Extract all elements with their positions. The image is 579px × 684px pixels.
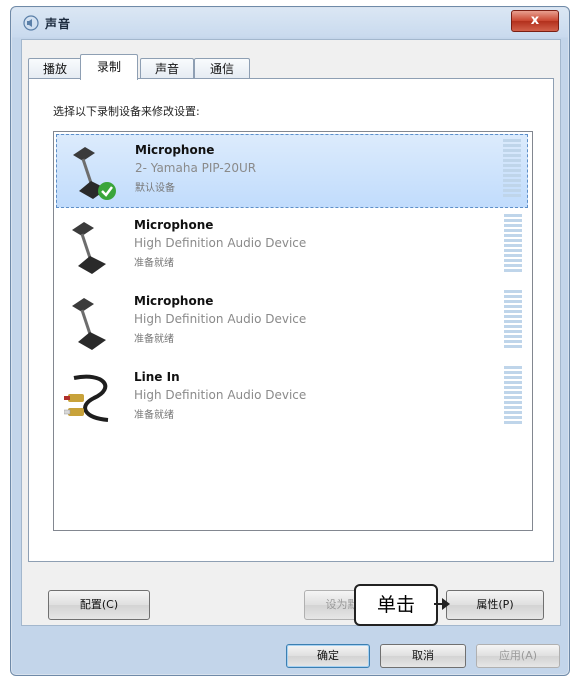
device-name: Line In [134,370,180,384]
tab-communications[interactable]: 通信 [194,58,250,79]
device-description: 2- Yamaha PIP-20UR [135,161,257,175]
configure-button[interactable]: 配置(C) [48,590,150,620]
device-status: 准备就绪 [134,410,174,421]
microphone-icon [73,147,116,200]
device-name: Microphone [134,294,214,308]
dialog-client-area: 播放 录制 声音 通信 选择以下录制设备来修改设置: Microphone 2- [21,39,561,626]
title-bar[interactable]: 声音 x [11,7,569,39]
device-status: 准备就绪 [134,334,174,345]
tab-sounds[interactable]: 声音 [140,58,194,79]
tab-playback[interactable]: 播放 [28,58,82,79]
ok-button[interactable]: 确定 [286,644,370,668]
device-item[interactable]: Line In High Definition Audio Device 准备就… [56,362,528,434]
recording-device-list[interactable]: Microphone 2- Yamaha PIP-20UR 默认设备 Micro… [53,131,533,531]
device-status: 准备就绪 [134,258,174,269]
properties-button[interactable]: 属性(P) [446,590,544,620]
device-item[interactable]: Microphone 2- Yamaha PIP-20UR 默认设备 [56,134,528,208]
level-meter [503,139,521,197]
device-name: Microphone [134,218,214,232]
arrow-right-icon [434,598,450,610]
close-button[interactable]: x [511,10,559,32]
device-item[interactable]: Microphone High Definition Audio Device … [56,210,528,282]
device-description: High Definition Audio Device [134,388,307,402]
microphone-icon [72,222,106,274]
apply-button[interactable]: 应用(A) [476,644,560,668]
device-item[interactable]: Microphone High Definition Audio Device … [56,286,528,358]
level-meter [504,366,522,424]
device-description: High Definition Audio Device [134,312,307,326]
sound-dialog-window: 声音 x 播放 录制 声音 通信 选择以下录制设备来修改设置: Micropho… [10,6,570,676]
default-check-icon [98,182,116,200]
recording-panel: 选择以下录制设备来修改设置: Microphone 2- Yamaha PIP-… [28,78,554,562]
window-title: 声音 [45,17,72,31]
click-annotation-callout: 单击 [354,584,438,626]
speaker-icon [23,15,39,31]
level-meter [504,290,522,348]
microphone-icon [72,298,106,350]
device-name: Microphone [135,143,215,157]
instruction-text: 选择以下录制设备来修改设置: [53,105,200,118]
cancel-button[interactable]: 取消 [380,644,466,668]
tab-recording[interactable]: 录制 [80,54,138,80]
device-description: High Definition Audio Device [134,236,307,250]
level-meter [504,214,522,272]
device-status: 默认设备 [135,183,175,194]
rca-cable-icon [64,374,109,422]
